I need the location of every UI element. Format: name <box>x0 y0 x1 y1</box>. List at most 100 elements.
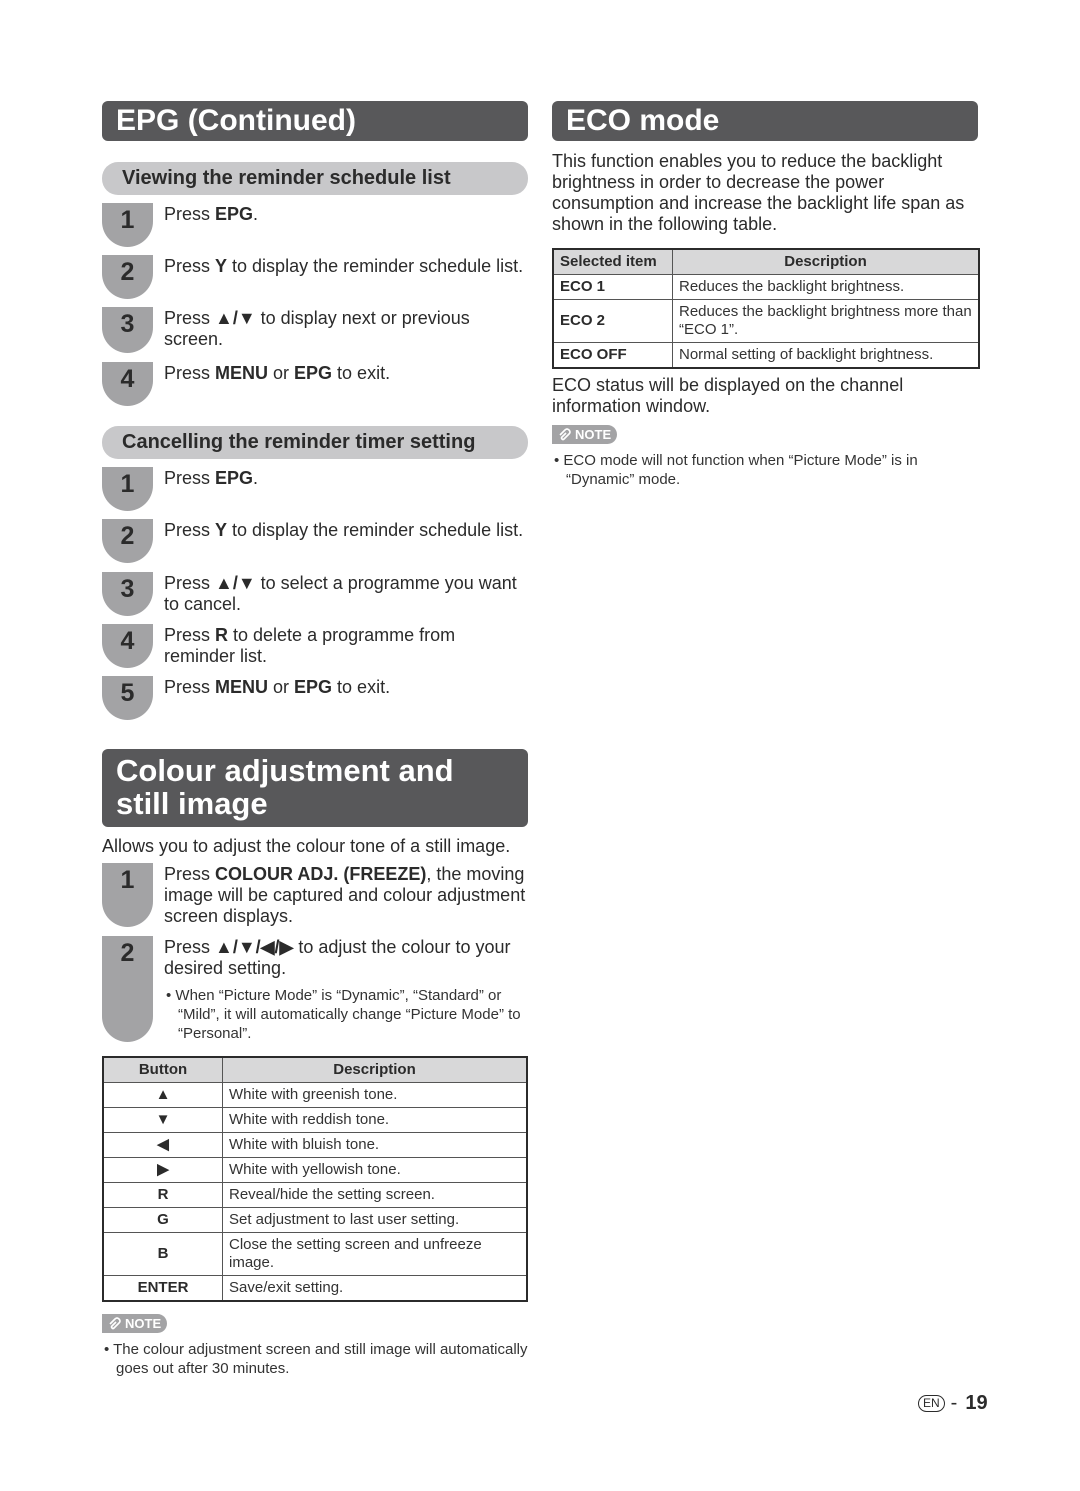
note-text: • The colour adjustment screen and still… <box>104 1340 528 1377</box>
left-column: EPG (Continued) Viewing the reminder sch… <box>102 101 528 1378</box>
step-number-badge: 3 <box>102 307 153 353</box>
button-cell: ▲ <box>102 1082 223 1108</box>
step-text: Press Y to display the reminder schedule… <box>164 520 524 540</box>
step: 3 Press ▲/▼ to display next or previous … <box>102 307 528 362</box>
description-cell: Normal setting of backlight brightness. <box>672 342 980 369</box>
description-cell: White with yellowish tone. <box>222 1157 528 1183</box>
button-cell: ▼ <box>102 1107 223 1133</box>
cancelling-steps: 1 Press EPG. 2 Press Y to display the re… <box>102 467 528 728</box>
language-badge: EN <box>918 1395 945 1412</box>
colour-table-body: ▲ White with greenish tone. ▼ White with re… <box>102 1082 528 1302</box>
paperclip-icon <box>559 427 571 440</box>
step: 1 Press COLOUR ADJ. (FREEZE), the moving… <box>102 863 528 936</box>
step-text: Press ▲/▼/◀/▶ to adjust the colour to yo… <box>164 937 511 978</box>
step: 1 Press EPG. <box>102 203 528 255</box>
separator: - <box>950 1392 958 1414</box>
selected-item-cell: ECO 1 <box>552 274 673 300</box>
table-row: ◀ White with bluish tone. <box>102 1132 528 1158</box>
epg-section-title: EPG (Continued) <box>102 101 528 141</box>
note-badge: NOTE <box>102 1314 168 1333</box>
step: 4 Press MENU or EPG to exit. <box>102 362 528 414</box>
table-row: ▼ White with reddish tone. <box>102 1107 528 1133</box>
button-cell: ◀ <box>102 1132 223 1158</box>
cancelling-reminder-subtitle: Cancelling the reminder timer setting <box>102 426 528 459</box>
step-text: Press MENU or EPG to exit. <box>164 677 391 697</box>
step: 5 Press MENU or EPG to exit. <box>102 676 528 728</box>
step-text: Press COLOUR ADJ. (FREEZE), the moving i… <box>164 864 526 926</box>
description-cell: Reduces the backlight brightness more th… <box>672 299 980 343</box>
description-cell: Close the setting screen and unfreeze im… <box>222 1232 528 1276</box>
colour-adjustment-section-title: Colour adjustment and still image <box>102 749 528 827</box>
table-header-row: Button Description <box>102 1056 528 1083</box>
eco-status-text: ECO status will be displayed on the chan… <box>552 375 904 416</box>
description-cell: Reduces the backlight brightness. <box>672 274 980 300</box>
step-number-badge: 4 <box>102 624 153 668</box>
table-row: ▲ White with greenish tone. <box>102 1082 528 1108</box>
step: 3 Press ▲/▼ to select a programme you wa… <box>102 572 528 624</box>
step-text: Press MENU or EPG to exit. <box>164 363 391 383</box>
eco-mode-table: Selected item Description ECO 1 Reduces t… <box>552 248 980 369</box>
table-row: G Set adjustment to last user setting. <box>102 1207 528 1233</box>
table-row: ▶ White with yellowish tone. <box>102 1157 528 1183</box>
table-header-row: Selected item Description <box>552 248 980 275</box>
table-row: B Close the setting screen and unfreeze i… <box>102 1232 528 1276</box>
table-row: ECO OFF Normal setting of backlight brigh… <box>552 342 980 369</box>
description-cell: Set adjustment to last user setting. <box>222 1207 528 1233</box>
step: 4 Press R to delete a programme from rem… <box>102 624 528 676</box>
table-row: ECO 1 Reduces the backlight brightness. <box>552 274 980 300</box>
page-number: EN - 19 <box>918 1392 988 1415</box>
step-bullet-note: • When “Picture Mode” is “Dynamic”, “Sta… <box>166 987 521 1042</box>
table-header-description: Description <box>672 248 980 275</box>
table-row: R Reveal/hide the setting screen. <box>102 1182 528 1208</box>
button-cell: R <box>102 1182 223 1208</box>
step: 2 Press Y to display the reminder schedu… <box>102 519 528 572</box>
eco-note: NOTE • ECO mode will not function when “… <box>552 425 980 489</box>
eco-table-body: ECO 1 Reduces the backlight brightness. EC… <box>552 274 980 369</box>
selected-item-cell: ECO 2 <box>552 299 673 343</box>
step-number-badge: 3 <box>102 572 153 616</box>
step-number-badge: 2 <box>102 255 153 299</box>
table-row: ECO 2 Reduces the backlight brightness mo… <box>552 299 980 343</box>
note-label: NOTE <box>125 1316 162 1331</box>
viewing-steps: 1 Press EPG. 2 Press Y to display the re… <box>102 203 528 414</box>
note-text: • ECO mode will not function when “Pictu… <box>554 451 918 488</box>
table-row: ENTER Save/exit setting. <box>102 1275 528 1302</box>
button-cell: ▶ <box>102 1157 223 1183</box>
description-cell: White with greenish tone. <box>222 1082 528 1108</box>
step-text: Press ▲/▼ to display next or previous sc… <box>164 308 470 349</box>
colour-button-table: Button Description ▲ White with greenish … <box>102 1056 528 1302</box>
description-cell: Save/exit setting. <box>222 1275 528 1302</box>
step-text: Press EPG. <box>164 204 259 224</box>
step-number-badge: 5 <box>102 676 153 720</box>
note-label: NOTE <box>575 427 612 442</box>
step-number-badge: 4 <box>102 362 153 406</box>
step-number-badge: 2 <box>102 519 153 563</box>
step-text: Press EPG. <box>164 468 259 488</box>
step: 2 Press ▲/▼/◀/▶ to adjust the colour to … <box>102 936 528 1054</box>
step-text: Press R to delete a programme from remin… <box>164 625 456 666</box>
right-column: ECO mode This function enables you to re… <box>552 101 980 489</box>
step-number-badge: 2 <box>102 936 153 1042</box>
button-cell: G <box>102 1207 223 1233</box>
selected-item-cell: ECO OFF <box>552 342 673 369</box>
step-text: Press Y to display the reminder schedule… <box>164 256 524 276</box>
description-cell: White with reddish tone. <box>222 1107 528 1133</box>
colour-intro: Allows you to adjust the colour tone of … <box>102 836 511 856</box>
eco-mode-section-title: ECO mode <box>552 101 978 141</box>
colour-note: NOTE • The colour adjustment screen and … <box>102 1314 528 1378</box>
description-cell: White with bluish tone. <box>222 1132 528 1158</box>
table-header-selected-item: Selected item <box>552 248 673 275</box>
step: 1 Press EPG. <box>102 467 528 519</box>
page-number-value: 19 <box>965 1392 988 1414</box>
step-number-badge: 1 <box>102 863 153 927</box>
description-cell: Reveal/hide the setting screen. <box>222 1182 528 1208</box>
table-header-button: Button <box>102 1056 223 1083</box>
button-cell: ENTER <box>102 1275 223 1302</box>
eco-intro: This function enables you to reduce the … <box>552 151 965 234</box>
button-cell: B <box>102 1232 223 1276</box>
paperclip-icon <box>109 1316 121 1329</box>
step-number-badge: 1 <box>102 203 153 247</box>
colour-steps: 1 Press COLOUR ADJ. (FREEZE), the moving… <box>102 863 528 1054</box>
step: 2 Press Y to display the reminder schedu… <box>102 255 528 307</box>
table-header-description: Description <box>222 1056 528 1083</box>
